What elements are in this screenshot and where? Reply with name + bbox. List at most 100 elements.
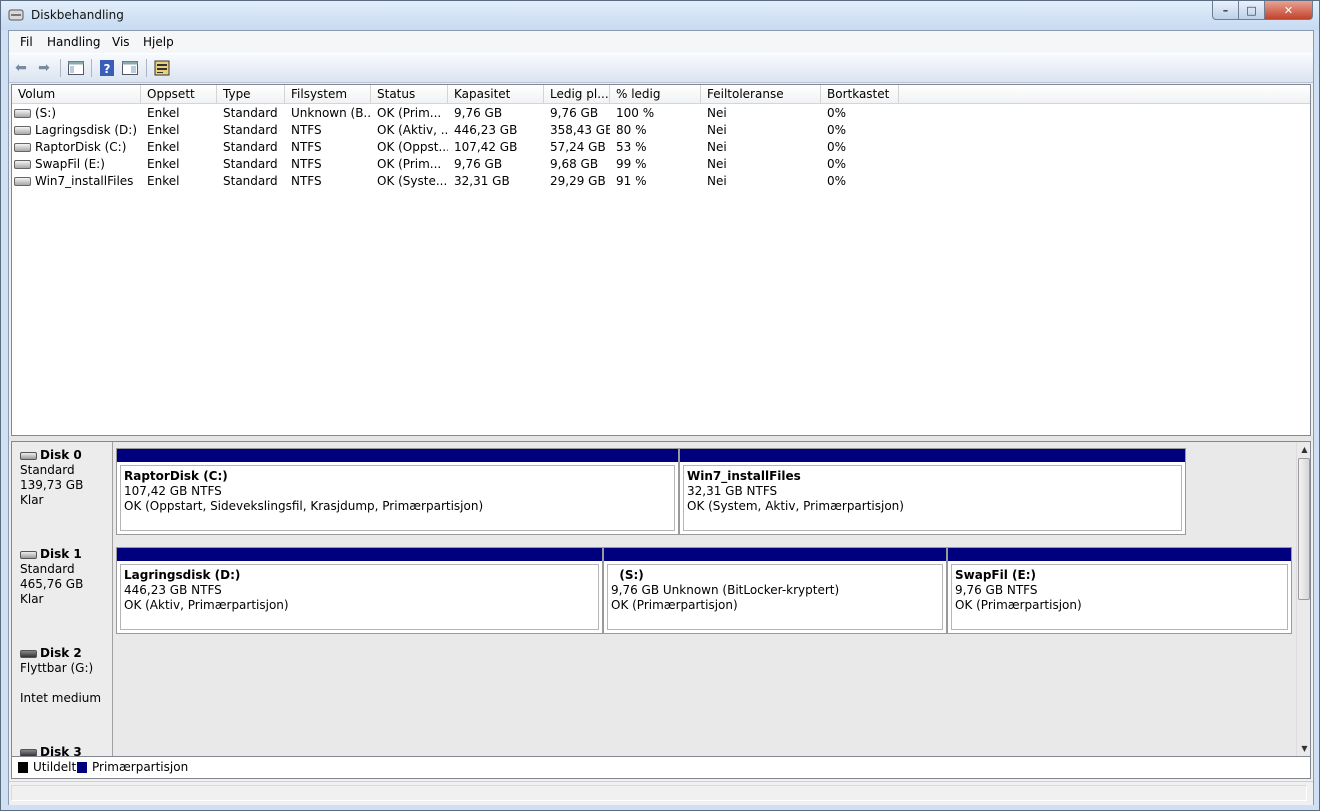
volume-layout: Enkel bbox=[147, 123, 180, 137]
volume-list-header: Volum Oppsett Type Filsystem Status Kapa… bbox=[12, 85, 1310, 104]
window-title: Diskbehandling bbox=[31, 8, 124, 22]
partition-size: 9,76 GB Unknown (BitLocker-kryptert) bbox=[611, 583, 840, 597]
disk-icon bbox=[20, 451, 37, 460]
disk-name: Disk 2 bbox=[40, 646, 82, 660]
column-header-ledig-plass[interactable]: Ledig pl... bbox=[544, 85, 610, 103]
partition-name: RaptorDisk (C:) bbox=[124, 469, 228, 483]
unallocated-swatch bbox=[18, 762, 28, 773]
disk-graphical-view: Disk 0 Standard 139,73 GB Klar RaptorDis… bbox=[11, 441, 1311, 757]
column-header-status[interactable]: Status bbox=[371, 85, 448, 103]
volume-capacity: 9,76 GB bbox=[454, 106, 503, 120]
menu-handling[interactable]: Handling bbox=[47, 35, 101, 49]
scroll-up-icon[interactable]: ▲ bbox=[1297, 442, 1310, 457]
volume-row[interactable]: RaptorDisk (C:) Enkel Standard NTFS OK (… bbox=[12, 139, 1310, 156]
partition[interactable]: Win7_installFiles 32,31 GB NTFS OK (Syst… bbox=[679, 448, 1186, 535]
partition[interactable]: RaptorDisk (C:) 107,42 GB NTFS OK (Oppst… bbox=[116, 448, 679, 535]
volume-name: (S:) bbox=[35, 106, 57, 120]
disk-type: Standard bbox=[20, 463, 75, 477]
toolbar: ⬅ ➡ ? bbox=[9, 53, 1313, 83]
close-button[interactable]: ✕ bbox=[1264, 1, 1313, 20]
volume-type: Standard bbox=[223, 140, 278, 154]
column-header-kapasitet[interactable]: Kapasitet bbox=[448, 85, 544, 103]
volume-percent-free: 91 % bbox=[616, 174, 647, 188]
volume-icon bbox=[14, 126, 31, 135]
menu-bar: Fil Handling Vis Hjelp bbox=[9, 31, 1313, 53]
status-pane bbox=[11, 785, 1307, 801]
volume-type: Standard bbox=[223, 157, 278, 171]
volume-type: Standard bbox=[223, 123, 278, 137]
volume-status: OK (Aktiv, ... bbox=[377, 123, 448, 137]
volume-free-space: 57,24 GB bbox=[550, 140, 606, 154]
column-header-prosent-ledig[interactable]: % ledig bbox=[610, 85, 701, 103]
volume-filesystem: Unknown (B... bbox=[291, 106, 371, 120]
partition-name: Lagringsdisk (D:) bbox=[124, 568, 241, 582]
volume-type: Standard bbox=[223, 174, 278, 188]
settings-icon[interactable] bbox=[153, 59, 171, 77]
partition-name: Win7_installFiles bbox=[687, 469, 801, 483]
volume-icon bbox=[14, 109, 31, 118]
volume-free-space: 29,29 GB bbox=[550, 174, 606, 188]
volume-layout: Enkel bbox=[147, 157, 180, 171]
disk-row: Disk 1 Standard 465,76 GB Klar Lagringsd… bbox=[12, 541, 1296, 641]
volume-fault-tolerance: Nei bbox=[707, 123, 727, 137]
disk-label[interactable]: Disk 3 bbox=[12, 739, 113, 757]
column-header-volum[interactable]: Volum bbox=[12, 85, 141, 103]
forward-arrow-icon[interactable]: ➡ bbox=[35, 59, 53, 77]
volume-fault-tolerance: Nei bbox=[707, 174, 727, 188]
volume-row[interactable]: Lagringsdisk (D:) Enkel Standard NTFS OK… bbox=[12, 122, 1310, 139]
primary-partition-bar bbox=[604, 548, 946, 561]
toolbar-separator bbox=[91, 59, 92, 77]
disk-icon bbox=[20, 550, 37, 559]
column-header-feiltoleranse[interactable]: Feiltoleranse bbox=[701, 85, 821, 103]
menu-vis[interactable]: Vis bbox=[112, 35, 130, 49]
column-header-bortkastet[interactable]: Bortkastet bbox=[821, 85, 899, 103]
volume-row[interactable]: (S:) Enkel Standard Unknown (B... OK (Pr… bbox=[12, 105, 1310, 122]
disk-icon bbox=[20, 748, 37, 756]
toolbar-separator bbox=[146, 59, 147, 77]
maximize-button[interactable]: □ bbox=[1238, 1, 1265, 20]
partition[interactable]: SwapFil (E:) 9,76 GB NTFS OK (Primærpart… bbox=[947, 547, 1292, 634]
scrollbar-thumb[interactable] bbox=[1298, 458, 1310, 600]
volume-status: OK (Syste... bbox=[377, 174, 448, 188]
volume-overhead: 0% bbox=[827, 123, 847, 137]
column-header-type[interactable]: Type bbox=[217, 85, 285, 103]
help-icon[interactable]: ? bbox=[98, 59, 116, 77]
partition-size: 32,31 GB NTFS bbox=[687, 484, 778, 498]
disk-state: Klar bbox=[20, 592, 44, 606]
volume-free-space: 358,43 GB bbox=[550, 123, 610, 137]
scroll-down-icon[interactable]: ▼ bbox=[1297, 741, 1310, 756]
menu-hjelp[interactable]: Hjelp bbox=[143, 35, 174, 49]
console-tree-icon[interactable] bbox=[67, 59, 85, 77]
volume-percent-free: 99 % bbox=[616, 157, 647, 171]
minimize-button[interactable]: – bbox=[1212, 1, 1239, 20]
disk-name: Disk 3 bbox=[40, 745, 82, 757]
partition-status: OK (Oppstart, Sidevekslingsfil, Krasjdum… bbox=[124, 499, 484, 513]
primary-partition-bar bbox=[117, 449, 678, 462]
disk-name: Disk 0 bbox=[40, 448, 82, 462]
title-bar[interactable]: Diskbehandling – □ ✕ bbox=[1, 1, 1319, 30]
menu-fil[interactable]: Fil bbox=[20, 35, 33, 49]
partition[interactable]: (S:) 9,76 GB Unknown (BitLocker-kryptert… bbox=[603, 547, 947, 634]
volume-fault-tolerance: Nei bbox=[707, 157, 727, 171]
column-header-oppsett[interactable]: Oppsett bbox=[141, 85, 217, 103]
volume-overhead: 0% bbox=[827, 174, 847, 188]
partition[interactable]: Lagringsdisk (D:) 446,23 GB NTFS OK (Akt… bbox=[116, 547, 603, 634]
disk-name: Disk 1 bbox=[40, 547, 82, 561]
volume-overhead: 0% bbox=[827, 140, 847, 154]
volume-row[interactable]: Win7_installFiles Enkel Standard NTFS OK… bbox=[12, 173, 1310, 190]
disk-state: Klar bbox=[20, 493, 44, 507]
disk-size bbox=[20, 676, 112, 691]
volume-status: OK (Oppst... bbox=[377, 140, 448, 154]
toolbar-separator bbox=[60, 59, 61, 77]
column-header-filsystem[interactable]: Filsystem bbox=[285, 85, 371, 103]
properties-icon[interactable] bbox=[121, 59, 139, 77]
volume-overhead: 0% bbox=[827, 157, 847, 171]
disk-label[interactable]: Disk 1 Standard 465,76 GB Klar bbox=[12, 541, 113, 640]
disk-label[interactable]: Disk 0 Standard 139,73 GB Klar bbox=[12, 442, 113, 541]
disk-label[interactable]: Disk 2 Flyttbar (G:) Intet medium bbox=[12, 640, 113, 739]
volume-list: Volum Oppsett Type Filsystem Status Kapa… bbox=[11, 84, 1311, 436]
disk-view-scrollbar[interactable]: ▲ ▼ bbox=[1296, 442, 1310, 756]
back-arrow-icon[interactable]: ⬅ bbox=[12, 59, 30, 77]
volume-row[interactable]: SwapFil (E:) Enkel Standard NTFS OK (Pri… bbox=[12, 156, 1310, 173]
volume-filesystem: NTFS bbox=[291, 140, 322, 154]
